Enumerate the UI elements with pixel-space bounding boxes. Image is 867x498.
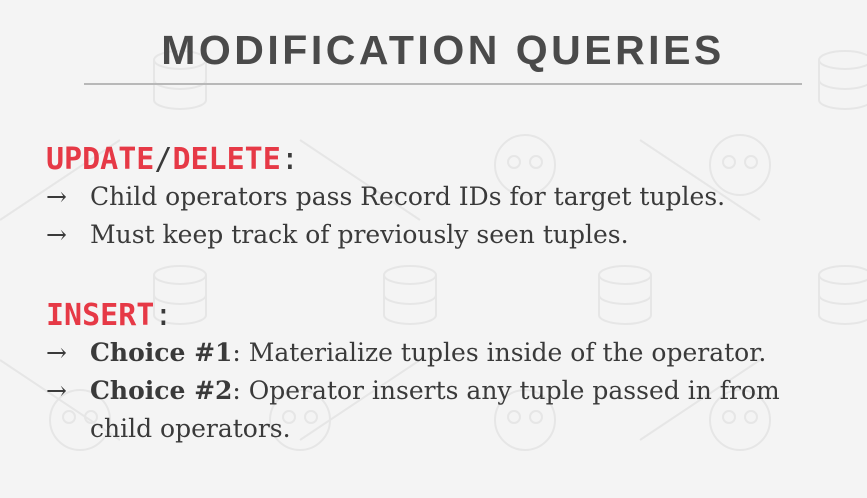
- list-item: → Choice #2: Operator inserts any tuple …: [46, 372, 780, 448]
- list-item: → Must keep track of previously seen tup…: [46, 216, 725, 254]
- page-title: MODIFICATION QUERIES: [161, 27, 725, 73]
- section-heading: INSERT:: [46, 298, 780, 334]
- heading-colon: :: [154, 298, 173, 333]
- bullet-text-continued: child operators.: [90, 414, 291, 443]
- database-icon: [818, 265, 867, 325]
- list-item: → Choice #1: Materialize tuples inside o…: [46, 334, 780, 372]
- bullet-text: : Operator inserts any tuple passed in f…: [232, 376, 780, 405]
- choice-label: Choice #1: [90, 338, 233, 367]
- arrow-icon: →: [46, 338, 67, 367]
- keyword-update: UPDATE: [46, 142, 155, 177]
- list-item: → Child operators pass Record IDs for ta…: [46, 178, 725, 216]
- choice-label: Choice #2: [90, 376, 233, 405]
- title-divider: [84, 83, 802, 85]
- bullet-text: Must keep track of previously seen tuple…: [90, 220, 629, 249]
- section-heading: UPDATE/DELETE:: [46, 142, 725, 178]
- heading-colon: :: [280, 142, 299, 177]
- keyword-separator: /: [154, 142, 173, 177]
- arrow-icon: →: [46, 376, 67, 405]
- keyword-insert: INSERT: [46, 298, 155, 333]
- arrow-icon: →: [46, 220, 67, 249]
- keyword-delete: DELETE: [172, 142, 281, 177]
- section-update-delete: UPDATE/DELETE: → Child operators pass Re…: [46, 142, 725, 254]
- database-icon: [818, 50, 867, 110]
- arrow-icon: →: [46, 182, 67, 211]
- bullet-text: : Materialize tuples inside of the opera…: [232, 338, 767, 367]
- section-insert: INSERT: → Choice #1: Materialize tuples …: [46, 298, 780, 448]
- bullet-text: Child operators pass Record IDs for targ…: [90, 182, 726, 211]
